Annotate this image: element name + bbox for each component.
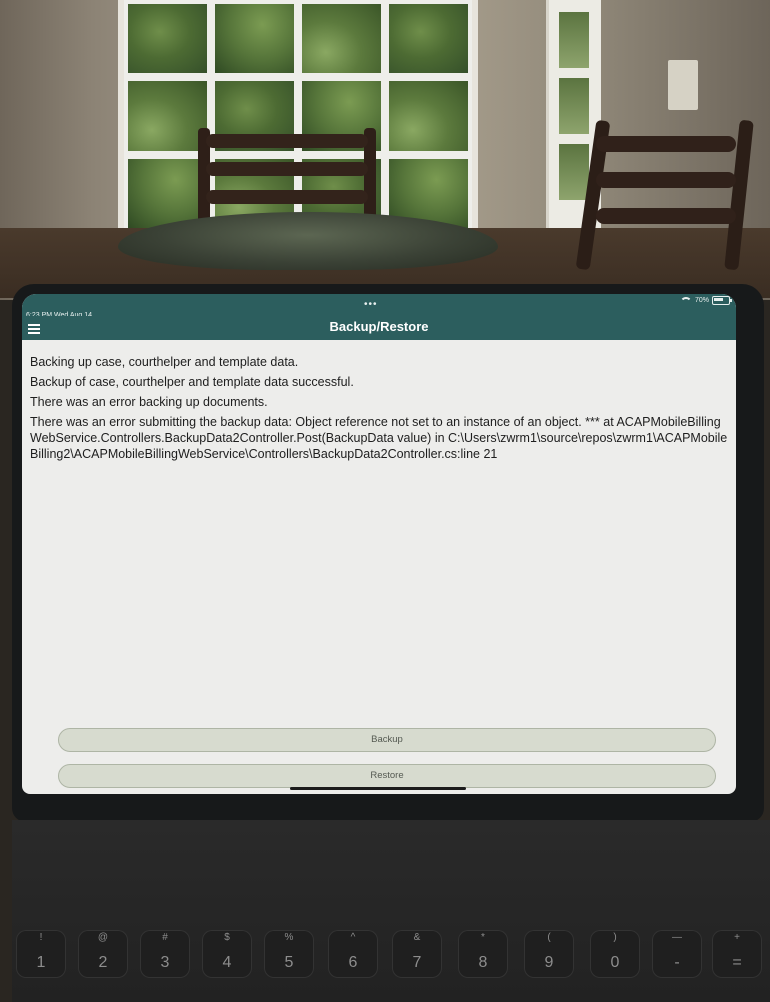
error-message: There was an error submitting the backup… [30, 415, 728, 461]
status-indicators: 70% [679, 296, 732, 305]
keyboard-key: #3 [140, 930, 190, 978]
chair [575, 119, 754, 271]
app-screen: 6:23 PM Wed Aug 14 ••• 70% Backup/Restor… [22, 294, 736, 794]
page-title: Backup/Restore [329, 319, 429, 334]
nav-bar: Backup/Restore [22, 316, 736, 340]
keyboard-key: @2 [78, 930, 128, 978]
status-bar: 6:23 PM Wed Aug 14 ••• 70% [22, 294, 736, 319]
home-indicator[interactable] [290, 787, 466, 790]
keyboard-key: ) 0 [590, 930, 640, 978]
keyboard-key: ! 1 [16, 930, 66, 978]
keyboard-key: + = [712, 930, 762, 978]
restore-button[interactable]: Restore [58, 764, 716, 788]
backup-log: Backing up case, courthelper and templat… [30, 354, 730, 462]
backup-button[interactable]: Backup [58, 728, 716, 752]
keyboard-key: % 5 [264, 930, 314, 978]
battery-percent: 70% [694, 297, 709, 304]
light-switch [668, 60, 698, 110]
keyboard-key: — - [652, 930, 702, 978]
log-line: There was an error backing up documents. [30, 395, 268, 409]
battery-icon [712, 296, 732, 305]
multitasking-dots[interactable]: ••• [364, 299, 378, 310]
log-line: Backing up case, courthelper and templat… [30, 355, 299, 369]
wifi-icon [679, 296, 692, 305]
keyboard-key: * 8 [458, 930, 508, 978]
keyboard-key: & 7 [392, 930, 442, 978]
keyboard-key: (9 [524, 930, 574, 978]
keyboard-key: ^ 6 [328, 930, 378, 978]
keyboard: ! 1 @2 #3 $4 % 5 ^ 6 & 7 * 8 (9 ) 0 — - + = [12, 820, 770, 1002]
keyboard-key: $4 [202, 930, 252, 978]
log-line: Backup of case, courthelper and template… [30, 375, 354, 389]
chair [198, 128, 376, 224]
